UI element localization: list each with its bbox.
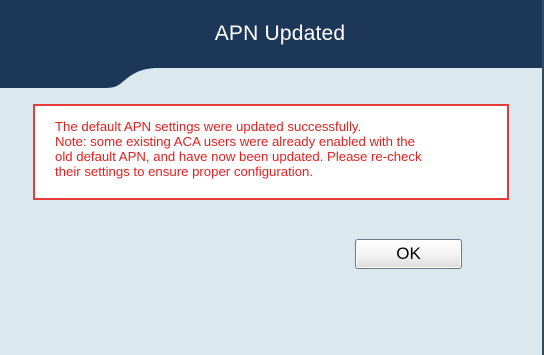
message-line: Note: some existing ACA users were alrea… (55, 134, 415, 149)
apn-updated-dialog: APN Updated The default APN settings wer… (0, 0, 544, 355)
dialog-title: APN Updated (214, 22, 346, 45)
message-box: The default APN settings were updated su… (33, 104, 509, 200)
message-line: old default APN, and have now been updat… (55, 149, 422, 164)
ok-button[interactable]: OK (355, 239, 462, 269)
message-line: their settings to ensure proper configur… (55, 164, 314, 179)
message-line: The default APN settings were updated su… (55, 119, 362, 134)
